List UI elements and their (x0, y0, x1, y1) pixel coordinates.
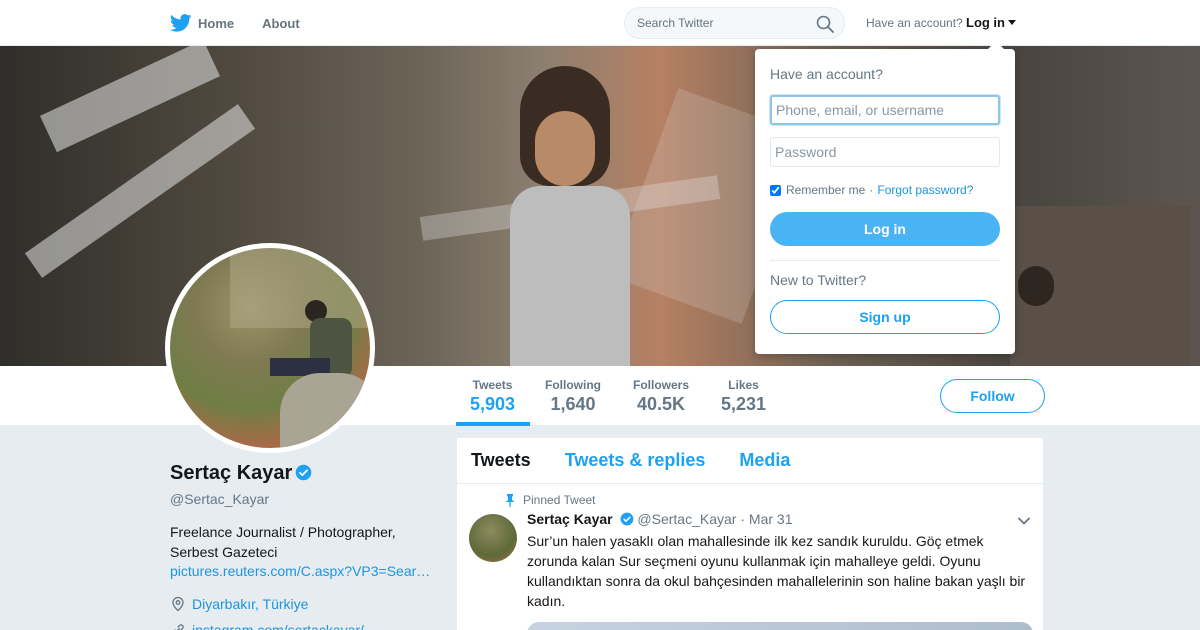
profile-avatar[interactable] (165, 243, 375, 453)
tweet-header: Sertaç Kayar @Sertac_Kayar · Mar 31 (527, 511, 792, 527)
tweet-author-avatar[interactable] (469, 514, 517, 562)
tweet-author-name[interactable]: Sertaç Kayar (527, 511, 613, 527)
stat-likes[interactable]: Likes 5,231 (721, 378, 766, 415)
dropdown-divider (770, 260, 1000, 261)
pin-icon (505, 493, 515, 507)
stat-tweets-value: 5,903 (470, 394, 516, 414)
profile-location[interactable]: Diyarbakır, Türkiye (170, 596, 308, 612)
search-box (624, 7, 845, 39)
location-pin-icon (172, 596, 184, 612)
remember-me-row: Remember me · Forgot password? (770, 183, 973, 197)
username-field[interactable] (770, 95, 1000, 125)
profile-bio: Freelance Journalist / Photographer, Ser… (170, 524, 396, 560)
stat-followers-value: 40.5K (636, 394, 686, 414)
twitter-bird-icon[interactable] (170, 14, 192, 32)
top-nav: Home About Have an account? Log in (0, 0, 1200, 46)
password-field[interactable] (770, 137, 1000, 167)
tweet-date[interactable]: Mar 31 (749, 511, 793, 527)
tab-tweets-replies[interactable]: Tweets & replies (565, 450, 706, 471)
stat-likes-value: 5,231 (721, 394, 767, 414)
verified-badge-icon (620, 512, 633, 526)
nav-about-link[interactable]: About (262, 16, 300, 31)
tab-media[interactable]: Media (739, 450, 790, 471)
caret-down-icon (1008, 20, 1016, 25)
timeline-tabs: Tweets Tweets & replies Media (457, 438, 1043, 484)
stat-following-value: 1,640 (550, 394, 596, 414)
profile-name: Sertaç Kayar (170, 462, 312, 485)
have-account-text: Have an account? (866, 16, 963, 30)
login-dropdown-toggle[interactable]: Log in (966, 15, 1016, 30)
timeline: Tweets Tweets & replies Media Pinned Twe… (456, 437, 1044, 630)
verified-badge-icon (296, 464, 312, 481)
profile-handle[interactable]: @Sertac_Kayar (170, 491, 269, 507)
search-icon[interactable] (816, 15, 834, 33)
profile-location-text: Diyarbakır, Türkiye (192, 596, 309, 612)
stat-likes-label: Likes (728, 378, 759, 392)
link-icon (174, 624, 184, 630)
profile-name-text: Sertaç Kayar (170, 462, 293, 484)
stat-tweets[interactable]: Tweets 5,903 (470, 378, 515, 415)
forgot-password-link[interactable]: Forgot password? (877, 183, 973, 197)
tab-tweets[interactable]: Tweets (471, 450, 531, 471)
remember-me-checkbox[interactable] (770, 184, 781, 196)
profile-website-link[interactable]: pictures.reuters.com/C.aspx?VP3=SearchRe… (170, 563, 432, 579)
login-dropdown: Have an account? Remember me · Forgot pa… (755, 49, 1015, 354)
tweet-text: Sur’un halen yasaklı olan mahallesinde i… (527, 533, 1026, 609)
login-button[interactable]: Log in (770, 212, 1000, 246)
remember-separator: · (869, 183, 874, 197)
stat-followers-label: Followers (633, 378, 690, 392)
new-to-twitter-text: New to Twitter? (770, 272, 867, 288)
active-stat-indicator (456, 422, 530, 426)
nav-home-link[interactable]: Home (198, 16, 234, 31)
follow-button[interactable]: Follow (940, 379, 1045, 413)
stat-followers[interactable]: Followers 40.5K (633, 378, 689, 415)
tweet-author-handle[interactable]: @Sertac_Kayar (637, 511, 736, 527)
stat-following-label: Following (545, 378, 601, 392)
nav-left: Home About (170, 0, 328, 46)
stat-tweets-label: Tweets (472, 378, 513, 392)
pinned-tweet-label: Pinned Tweet (505, 493, 596, 507)
tweet-separator: · (740, 511, 746, 527)
tweet-media-image[interactable] (527, 622, 1033, 630)
login-dropdown-title: Have an account? (770, 66, 883, 82)
profile-instagram-text: instagram.com/sertackayar/ (192, 622, 364, 630)
pinned-tweet-text: Pinned Tweet (523, 493, 596, 507)
chevron-down-icon[interactable] (1017, 516, 1031, 526)
login-link-label: Log in (966, 15, 1005, 30)
signup-button[interactable]: Sign up (770, 300, 1000, 334)
profile-instagram-link[interactable]: instagram.com/sertackayar/ (170, 622, 364, 630)
remember-me-label[interactable]: Remember me (786, 183, 865, 197)
stat-following[interactable]: Following 1,640 (545, 378, 601, 415)
dropdown-arrow (988, 41, 1004, 49)
search-input[interactable] (625, 8, 805, 38)
